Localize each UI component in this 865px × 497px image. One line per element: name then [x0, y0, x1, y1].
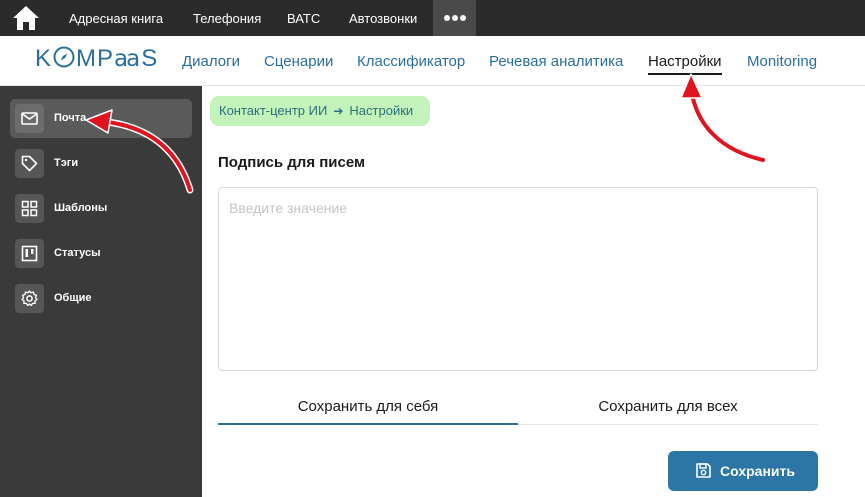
sidebar-item-label: Шаблоны: [54, 202, 108, 214]
nav-scenarios[interactable]: Сценарии: [264, 53, 333, 70]
breadcrumb: Контакт-центр ИИ ➔ Настройки: [210, 96, 430, 126]
breadcrumb-root[interactable]: Контакт-центр ИИ: [219, 103, 327, 118]
tab-save-for-all[interactable]: Сохранить для всех: [518, 390, 818, 425]
signature-textarea[interactable]: [218, 187, 818, 371]
sidebar-item-statuses[interactable]: Статусы: [10, 234, 192, 273]
save-button[interactable]: Сохранить: [668, 451, 818, 491]
top-link-vats[interactable]: ВАТС: [287, 11, 320, 26]
floppy-disk-icon: [696, 463, 711, 478]
sidebar-item-label: Почта: [54, 112, 87, 124]
top-link-address-book[interactable]: Адресная книга: [69, 11, 163, 26]
tag-icon: [15, 149, 44, 178]
home-icon: [13, 6, 39, 30]
save-scope-tabs: Сохранить для себя Сохранить для всех: [218, 390, 818, 425]
arrow-right-icon: ➔: [333, 104, 344, 118]
annotation-arrow-settings: [680, 73, 767, 164]
sidebar-item-label: Статусы: [54, 247, 101, 259]
nav-speech-analytics[interactable]: Речевая аналитика: [489, 53, 623, 70]
save-button-label: Сохранить: [720, 463, 795, 479]
sidebar-item-templates[interactable]: Шаблоны: [10, 189, 192, 228]
nav-classifier[interactable]: Классификатор: [357, 53, 465, 70]
breadcrumb-current: Настройки: [349, 103, 414, 118]
sidebar: Почта Тэги Шаблоны Статусы Общие: [0, 86, 202, 497]
grid-icon: [15, 194, 44, 223]
home-button[interactable]: [8, 3, 48, 33]
sidebar-item-tags[interactable]: Тэги: [10, 144, 192, 183]
sidebar-item-label: Тэги: [54, 157, 79, 169]
nav-dialogs[interactable]: Диалоги: [182, 53, 240, 70]
nav-monitoring[interactable]: Monitoring: [747, 53, 817, 70]
signature-title: Подпись для писем: [218, 154, 366, 171]
app-root: Адресная книга Телефония ВАТС Автозвонки…: [0, 0, 865, 497]
main-header: K MPaaS Диалоги Сценарии Классификатор Р…: [0, 36, 865, 86]
mail-icon: [15, 104, 44, 133]
sidebar-item-general[interactable]: Общие: [10, 279, 192, 318]
gear-icon: [15, 284, 44, 313]
more-button[interactable]: [433, 0, 476, 36]
nav-settings[interactable]: Настройки: [648, 53, 722, 75]
sidebar-item-label: Общие: [54, 292, 92, 304]
board-icon: [15, 239, 44, 268]
sidebar-item-mail[interactable]: Почта: [10, 99, 192, 138]
top-bar: Адресная книга Телефония ВАТС Автозвонки: [0, 0, 865, 36]
top-link-telephony[interactable]: Телефония: [193, 11, 261, 26]
compass-o-icon: [53, 46, 75, 68]
top-link-autocalls[interactable]: Автозвонки: [349, 11, 417, 26]
tab-save-for-self[interactable]: Сохранить для себя: [218, 390, 518, 425]
logo[interactable]: K MPaaS: [35, 44, 158, 74]
